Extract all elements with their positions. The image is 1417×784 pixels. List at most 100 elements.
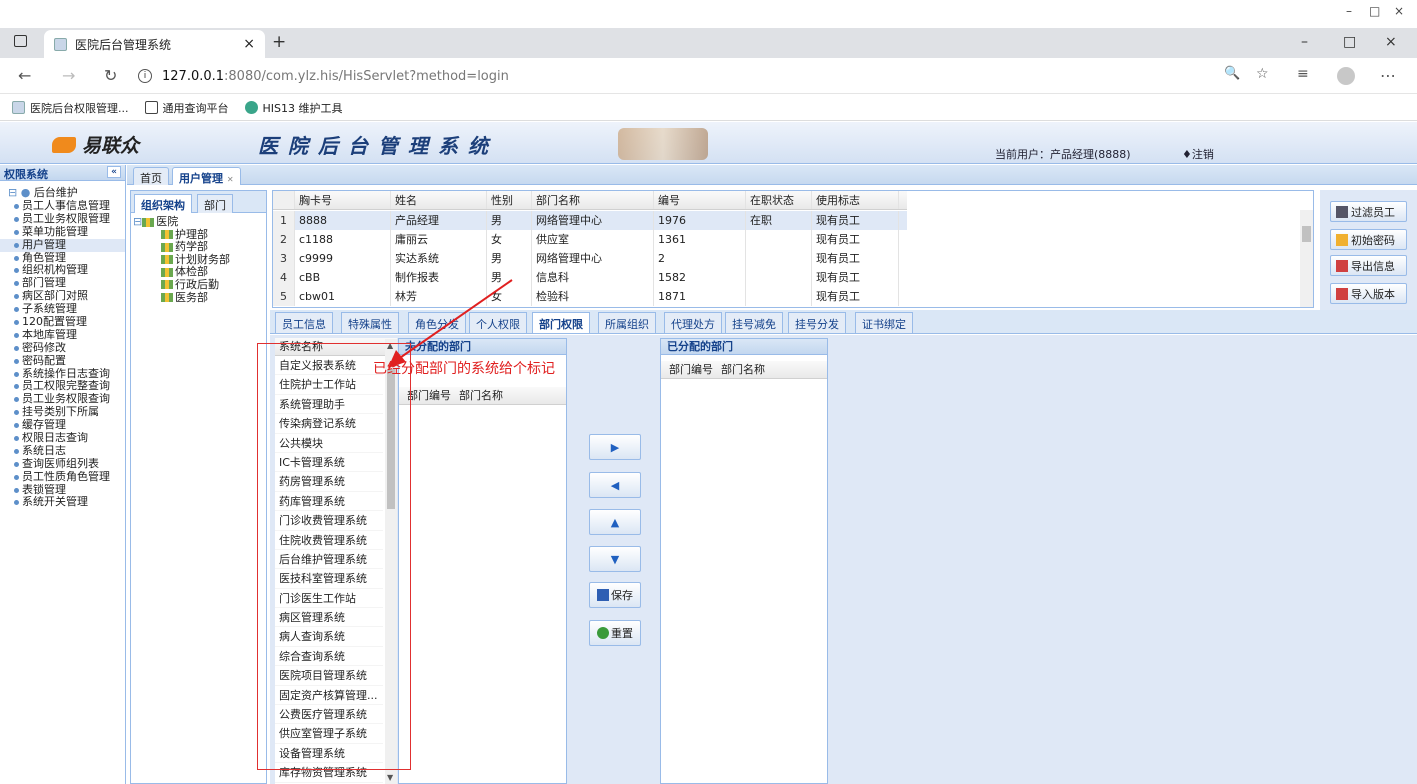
export-info-button[interactable]: 导出信息 <box>1330 255 1407 276</box>
grid-column-header[interactable]: 部门名称 <box>532 191 654 209</box>
org-icon <box>161 230 173 240</box>
sidebar-item[interactable]: 用户管理 <box>0 238 125 252</box>
detail-tab[interactable]: 部门权限 <box>532 312 590 333</box>
sidebar-item[interactable]: 缓存管理 <box>0 419 125 432</box>
sidebar-item[interactable]: 组织机构管理 <box>0 264 125 277</box>
reset-button[interactable]: 重置 <box>589 620 641 646</box>
row-number: 5 <box>273 287 295 306</box>
os-close-button[interactable]: × <box>1394 4 1404 18</box>
sidebar-item[interactable]: 系统开关管理 <box>0 496 125 509</box>
move-up-button[interactable]: ▲ <box>589 509 641 535</box>
sidebar-item[interactable]: 120配置管理 <box>0 316 125 329</box>
sidebar-item[interactable]: 菜单功能管理 <box>0 226 125 239</box>
table-row[interactable]: 5 cbw01 林芳女检验科 1871 现有员工 <box>273 287 907 306</box>
scroll-thumb[interactable] <box>1302 226 1311 242</box>
sidebar-item[interactable]: 员工权限完整查询 <box>0 380 125 393</box>
sidebar-item[interactable]: 员工性质角色管理 <box>0 471 125 484</box>
save-button[interactable]: 保存 <box>589 582 641 608</box>
assigned-dept-panel: 已分配的部门 部门编号 部门名称 <box>660 338 828 784</box>
detail-tab[interactable]: 挂号分发 <box>788 312 846 333</box>
table-cell: 8888 <box>295 211 391 230</box>
os-maximize-button[interactable]: □ <box>1369 4 1380 18</box>
table-cell: 现有员工 <box>812 268 899 287</box>
table-cell: 2 <box>654 249 746 268</box>
detail-tab[interactable]: 挂号减免 <box>725 312 783 333</box>
sidebar-item[interactable]: 系统操作日志查询 <box>0 368 125 381</box>
reload-icon[interactable]: ↻ <box>104 66 117 85</box>
org-child[interactable]: 医务部 <box>133 291 266 305</box>
url-bar[interactable]: i 127.0.0.1:8080/com.ylz.his/HisServlet?… <box>138 63 1378 89</box>
sidebar-item[interactable]: 表锁管理 <box>0 484 125 497</box>
sidebar-item[interactable]: 系统日志 <box>0 445 125 458</box>
tree-root[interactable]: ⊟ ● 后台维护 <box>0 181 125 200</box>
detail-tab[interactable]: 证书绑定 <box>855 312 913 333</box>
sidebar-item[interactable]: 部门管理 <box>0 277 125 290</box>
detail-tab[interactable]: 员工信息 <box>275 312 333 333</box>
bookmark-query[interactable]: 通用查询平台 <box>144 100 229 116</box>
table-cell: 产品经理 <box>391 211 487 230</box>
browser-restore-button[interactable]: □ <box>1343 34 1356 50</box>
sidebar-item[interactable]: 查询医师组列表 <box>0 458 125 471</box>
info-icon[interactable]: i <box>138 69 152 83</box>
tab-home[interactable]: 首页 <box>133 167 169 185</box>
forward-icon[interactable]: → <box>62 66 75 85</box>
move-down-button[interactable]: ▼ <box>589 546 641 572</box>
bookmark-his13[interactable]: HIS13 维护工具 <box>244 100 343 116</box>
sidebar-item[interactable]: 员工人事信息管理 <box>0 200 125 213</box>
scroll-down-icon[interactable]: ▼ <box>387 773 393 782</box>
filter-employee-button[interactable]: 过滤员工 <box>1330 201 1407 222</box>
new-tab-button[interactable]: + <box>272 32 286 52</box>
grid-column-header[interactable]: 编号 <box>654 191 746 209</box>
grid-column-header[interactable]: 胸卡号 <box>295 191 391 209</box>
tab-department[interactable]: 部门 <box>197 194 233 213</box>
tab-user-management[interactable]: 用户管理 ✕ <box>172 167 241 185</box>
table-row[interactable]: 1 8888 产品经理男网络管理中心 1976 在职 现有员工 <box>273 211 907 230</box>
grid-column-header[interactable]: 在职状态 <box>746 191 812 209</box>
back-icon[interactable]: ← <box>18 66 31 85</box>
move-right-button[interactable]: ▶ <box>589 434 641 460</box>
table-row[interactable]: 4 cBB 制作报表男信息科 1582 现有员工 <box>273 268 907 287</box>
grid-column-header[interactable]: 使用标志 <box>812 191 899 209</box>
tree-toggle-icon[interactable]: ⊟ ● <box>8 186 30 199</box>
sidebar-item[interactable]: 员工业务权限查询 <box>0 393 125 406</box>
grid-column-header[interactable]: 姓名 <box>391 191 487 209</box>
init-password-button[interactable]: 初始密码 <box>1330 229 1407 250</box>
table-row[interactable]: 2 c1188 庸丽云女供应室 1361 现有员工 <box>273 230 907 249</box>
banner-people-image <box>618 128 708 160</box>
tab-close-icon[interactable]: × <box>243 36 255 52</box>
sidebar-item[interactable]: 子系统管理 <box>0 303 125 316</box>
more-icon[interactable]: ⋯ <box>1380 66 1396 85</box>
bookmark-admin[interactable]: 医院后台权限管理... <box>12 100 129 116</box>
detail-tab[interactable]: 所属组织 <box>598 312 656 333</box>
browser-minimize-button[interactable]: – <box>1301 34 1308 50</box>
os-minimize-button[interactable]: – <box>1346 4 1352 18</box>
grid-scrollbar[interactable] <box>1300 210 1313 307</box>
browser-tab[interactable]: 医院后台管理系统 × <box>44 30 265 58</box>
sidebar-item[interactable]: 角色管理 <box>0 252 125 265</box>
sidebar-item[interactable]: 本地库管理 <box>0 329 125 342</box>
detail-tab[interactable]: 代理处方 <box>664 312 722 333</box>
sidebar-item[interactable]: 权限日志查询 <box>0 432 125 445</box>
tab-actions-icon[interactable] <box>14 35 27 47</box>
sidebar-item[interactable]: 员工业务权限管理 <box>0 213 125 226</box>
assigned-columns: 部门编号 部门名称 <box>661 361 827 379</box>
table-row[interactable]: 3 c9999 实达系统男网络管理中心 2 现有员工 <box>273 249 907 268</box>
col-dept-no: 部门编号 <box>407 389 451 402</box>
table-cell: 现有员工 <box>812 249 899 268</box>
sidebar-item[interactable]: 挂号类别下所属 <box>0 406 125 419</box>
browser-close-button[interactable]: × <box>1385 34 1397 50</box>
collapse-icon[interactable]: « <box>107 166 121 178</box>
right-button-panel: 过滤员工 初始密码 导出信息 导入版本 <box>1320 190 1417 310</box>
sidebar-item[interactable]: 病区部门对照 <box>0 290 125 303</box>
tab-close-icon[interactable]: ✕ <box>227 175 234 184</box>
import-version-button[interactable]: 导入版本 <box>1330 283 1407 304</box>
grid-column-header[interactable]: 性别 <box>487 191 532 209</box>
org-icon <box>161 267 173 277</box>
sidebar-item[interactable]: 密码修改 <box>0 342 125 355</box>
logout-link[interactable]: ♦注销 <box>1182 146 1214 162</box>
tab-org-structure[interactable]: 组织架构 <box>134 194 192 213</box>
tree-toggle-icon[interactable]: ⊟ <box>133 215 142 228</box>
sidebar-item[interactable]: 密码配置 <box>0 355 125 368</box>
move-left-button[interactable]: ◀ <box>589 472 641 498</box>
filter-icon <box>1336 205 1348 218</box>
